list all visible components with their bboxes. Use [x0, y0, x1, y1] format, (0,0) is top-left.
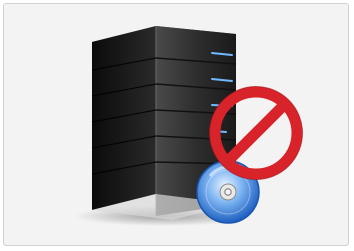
server-side-face — [92, 26, 156, 210]
illustration-frame — [3, 3, 349, 246]
server-illustration — [74, 26, 303, 226]
